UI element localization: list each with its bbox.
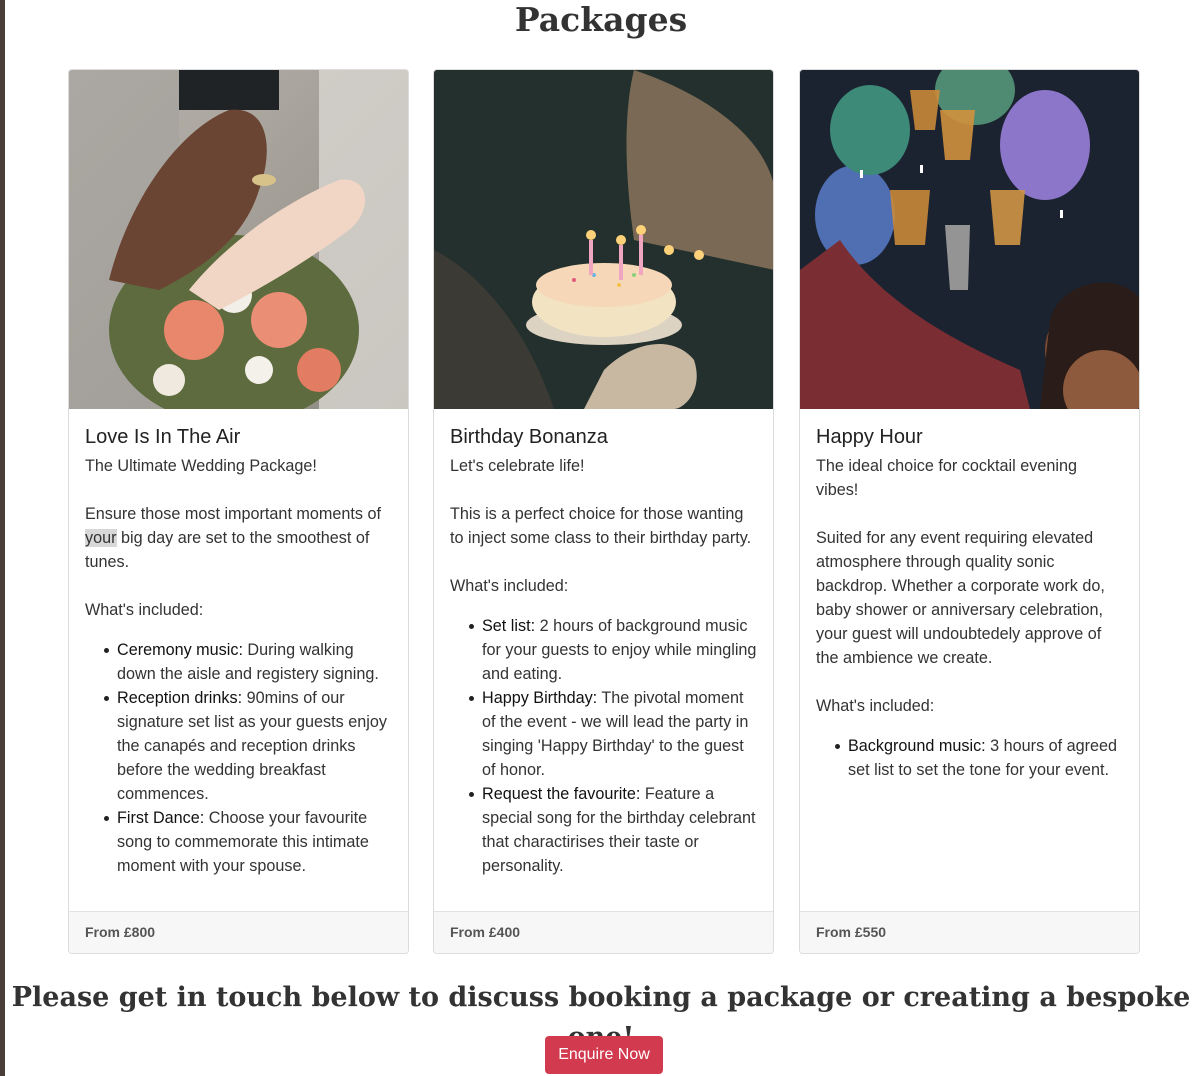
included-label: What's included: [816, 697, 935, 715]
card-description: Suited for any event requiring elevated … [816, 529, 1105, 667]
list-item: Ceremony music: During walking down the … [101, 638, 392, 686]
card-subtitle: The Ultimate Wedding Package! [85, 457, 317, 475]
wedding-image [69, 70, 408, 409]
card-description: This is a perfect choice for those wanti… [450, 505, 752, 547]
package-card-birthday: Birthday Bonanza Let's celebrate life! T… [433, 69, 774, 954]
card-title: Love Is In The Air [85, 426, 241, 448]
list-item: Request the favourite: Feature a special… [466, 782, 757, 878]
included-label: What's included: [450, 577, 569, 595]
enquire-now-button[interactable]: Enquire Now [545, 1036, 663, 1074]
included-list: Background music: 3 hours of agreed set … [816, 734, 1123, 782]
card-title: Birthday Bonanza [450, 426, 608, 448]
page-title: Packages [514, 0, 688, 39]
list-item: Happy Birthday: The pivotal moment of th… [466, 686, 757, 782]
selected-text: your [85, 529, 117, 547]
cocktail-image [800, 70, 1139, 409]
birthday-image [434, 70, 773, 409]
included-label: What's included: [85, 601, 204, 619]
card-price: From £550 [800, 911, 1139, 953]
list-item: Reception drinks: 90mins of our signatur… [101, 686, 392, 806]
included-list: Set list: 2 hours of background music fo… [450, 614, 757, 878]
package-card-wedding: Love Is In The Air The Ultimate Wedding … [68, 69, 409, 954]
card-subtitle: Let's celebrate life! [450, 457, 585, 475]
card-title: Happy Hour [816, 426, 923, 448]
card-price: From £800 [69, 911, 408, 953]
list-item: Set list: 2 hours of background music fo… [466, 614, 757, 686]
list-item: Background music: 3 hours of agreed set … [832, 734, 1123, 782]
card-subtitle: The ideal choice for cocktail evening vi… [816, 457, 1077, 499]
package-card-happy-hour: Happy Hour The ideal choice for cocktail… [799, 69, 1140, 954]
list-item: First Dance: Choose your favourite song … [101, 806, 392, 878]
window-edge [0, 0, 5, 1076]
card-description: Ensure those most important moments of y… [85, 505, 381, 571]
included-list: Ceremony music: During walking down the … [85, 638, 392, 878]
card-price: From £400 [434, 911, 773, 953]
